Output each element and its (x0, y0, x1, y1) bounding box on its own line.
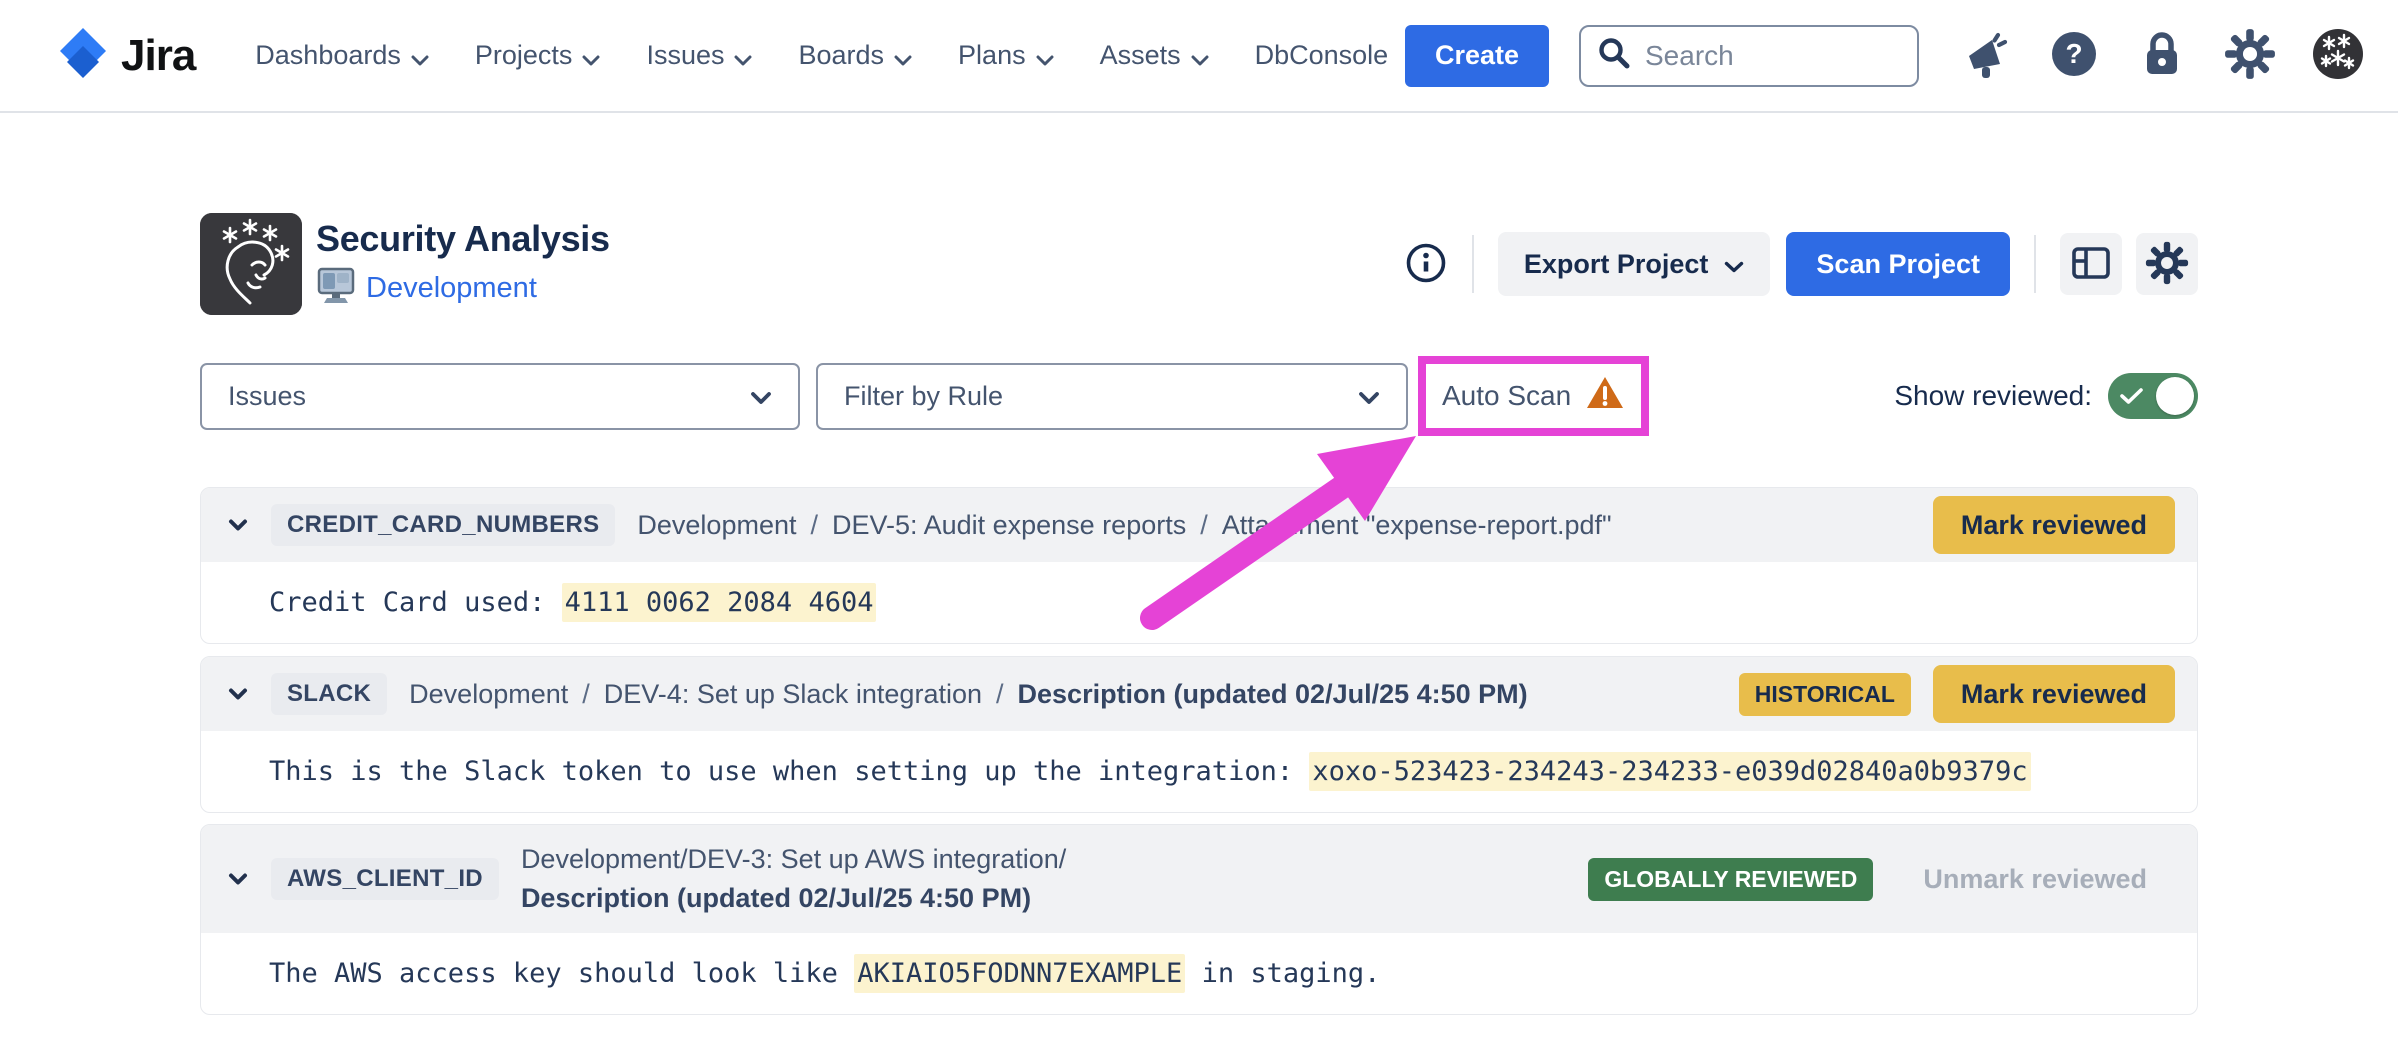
divider (1472, 235, 1474, 293)
warning-icon (1585, 375, 1625, 418)
divider (2034, 235, 2036, 293)
finding-card: AWS_CLIENT_ID Development / DEV-3: Set u… (200, 824, 2198, 1015)
jira-logo-icon (55, 25, 111, 86)
sensitive-value: 4111 0062 2084 4604 (562, 583, 877, 622)
chevron-down-icon (1036, 42, 1054, 73)
finding-content: The AWS access key should look like AKIA… (201, 933, 2197, 1014)
brand-name: Jira (121, 31, 195, 81)
nav-item-dashboards[interactable]: Dashboards (255, 39, 429, 73)
top-nav: Jira Dashboards Projects Issues Boards P… (0, 0, 2398, 113)
lock-icon (2139, 29, 2185, 82)
finding-card: CREDIT_CARD_NUMBERS Development / DEV-5:… (200, 487, 2198, 644)
user-avatar[interactable] (2311, 29, 2365, 83)
finding-breadcrumb: Development / DEV-3: Set up AWS integrat… (521, 844, 1066, 914)
announcements-button[interactable] (1959, 29, 2013, 83)
project-link[interactable]: Development (366, 272, 537, 305)
lock-button[interactable] (2135, 29, 2189, 83)
toggle-knob (2156, 377, 2194, 415)
finding-content: Credit Card used: 4111 0062 2084 4604 (201, 562, 2197, 643)
help-button[interactable]: ? (2047, 29, 2101, 83)
project-breadcrumb: Development (316, 266, 610, 311)
megaphone-icon (1960, 28, 2012, 83)
search-input[interactable] (1645, 40, 1903, 72)
chevron-down-icon (1358, 381, 1380, 412)
issues-select[interactable]: Issues (200, 363, 800, 430)
project-type-icon (316, 266, 356, 311)
page-title: Security Analysis (316, 218, 610, 260)
finding-breadcrumb: Development / DEV-5: Audit expense repor… (637, 510, 1611, 541)
show-reviewed-toggle[interactable] (2108, 373, 2198, 419)
avatar-icon (2311, 27, 2365, 84)
nav-item-boards[interactable]: Boards (798, 39, 912, 73)
header-actions: Export Project Scan Project (1404, 232, 2198, 296)
page-header: Security Analysis Development (200, 205, 2198, 323)
rule-badge: SLACK (271, 673, 387, 715)
check-icon (2120, 387, 2144, 405)
gear-icon (2224, 28, 2276, 83)
finding-content: This is the Slack token to use when sett… (201, 731, 2197, 812)
collapse-chevron-icon[interactable] (227, 687, 249, 701)
collapse-chevron-icon[interactable] (227, 872, 249, 886)
mark-reviewed-button[interactable]: Mark reviewed (1933, 496, 2175, 554)
search-icon (1595, 34, 1633, 77)
search-box[interactable] (1579, 25, 1919, 87)
finding-breadcrumb: Development / DEV-4: Set up Slack integr… (409, 679, 1527, 710)
chevron-down-icon (894, 42, 912, 73)
show-reviewed-label: Show reviewed: (1894, 380, 2092, 412)
scan-project-button[interactable]: Scan Project (1786, 232, 2010, 296)
settings-button[interactable] (2223, 29, 2277, 83)
question-circle-icon: ? (2049, 29, 2099, 82)
filter-by-rule-select[interactable]: Filter by Rule (816, 363, 1408, 430)
nav-item-plans[interactable]: Plans (958, 39, 1054, 73)
main-nav: Dashboards Projects Issues Boards Plans … (255, 39, 1388, 73)
chevron-down-icon (582, 42, 600, 73)
finding-actions: Mark reviewed (1933, 496, 2175, 554)
collapse-chevron-icon[interactable] (227, 518, 249, 532)
jira-logo[interactable]: Jira (55, 25, 195, 86)
page-settings-button[interactable] (2136, 233, 2198, 295)
chevron-down-icon (411, 42, 429, 73)
finding-actions: GLOBALLY REVIEWED Unmark reviewed (1588, 850, 2175, 908)
layout-panel-button[interactable] (2060, 233, 2122, 295)
gear-icon (2145, 241, 2189, 288)
chevron-down-icon (1724, 249, 1744, 280)
rule-badge: AWS_CLIENT_ID (271, 858, 499, 900)
finding-header: CREDIT_CARD_NUMBERS Development / DEV-5:… (201, 488, 2197, 562)
nav-icons: ? (1959, 29, 2365, 83)
export-project-button[interactable]: Export Project (1498, 232, 1771, 296)
finding-card: SLACK Development / DEV-4: Set up Slack … (200, 656, 2198, 813)
info-button[interactable] (1404, 241, 1448, 288)
nav-item-dbconsole[interactable]: DbConsole (1255, 40, 1389, 71)
chevron-down-icon (750, 381, 772, 412)
finding-header: SLACK Development / DEV-4: Set up Slack … (201, 657, 2197, 731)
svg-text:?: ? (2065, 38, 2082, 69)
chevron-down-icon (734, 42, 752, 73)
nav-item-issues[interactable]: Issues (646, 39, 752, 73)
sensitive-value: xoxo-523423-234243-234233-e039d02840a0b9… (1309, 752, 2030, 791)
chevron-down-icon (1191, 42, 1209, 73)
globally-reviewed-badge: GLOBALLY REVIEWED (1588, 858, 1873, 901)
nav-item-assets[interactable]: Assets (1100, 39, 1209, 73)
info-icon (1404, 241, 1448, 288)
board-layout-icon (2069, 241, 2113, 288)
unmark-reviewed-button[interactable]: Unmark reviewed (1895, 850, 2175, 908)
auto-scan-control[interactable]: Auto Scan (1418, 356, 1649, 436)
show-reviewed-control: Show reviewed: (1894, 373, 2198, 419)
historical-badge: HISTORICAL (1739, 673, 1911, 716)
finding-actions: HISTORICAL Mark reviewed (1739, 665, 2175, 723)
nav-item-projects[interactable]: Projects (475, 39, 601, 73)
finding-header: AWS_CLIENT_ID Development / DEV-3: Set u… (201, 825, 2197, 933)
title-block: Security Analysis Development (316, 218, 610, 311)
filter-row: Issues Filter by Rule Auto Scan Show rev… (200, 356, 2198, 436)
sensitive-value: AKIAIO5FODNN7EXAMPLE (854, 954, 1185, 993)
project-avatar (200, 213, 302, 315)
rule-badge: CREDIT_CARD_NUMBERS (271, 504, 615, 546)
mark-reviewed-button[interactable]: Mark reviewed (1933, 665, 2175, 723)
create-button[interactable]: Create (1405, 25, 1549, 87)
page: Jira Dashboards Projects Issues Boards P… (0, 0, 2398, 1040)
